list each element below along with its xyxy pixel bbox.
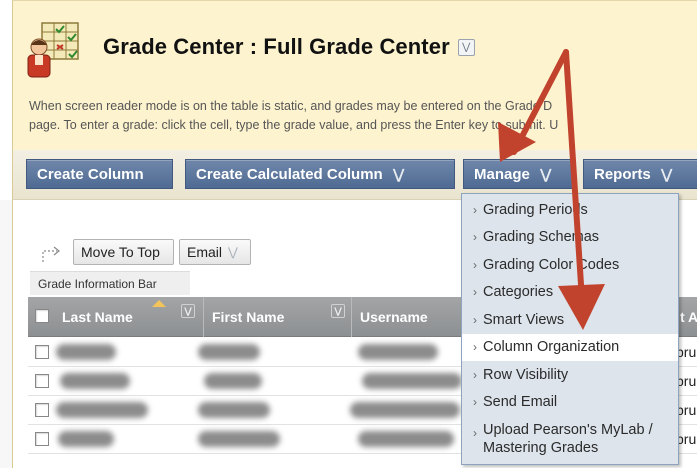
grade-center-icon [27, 22, 79, 78]
redacted-first-name [198, 402, 270, 418]
select-all-checkbox[interactable] [35, 309, 49, 323]
page-header: Grade Center : Full Grade Center ⋁ When … [12, 0, 697, 150]
menu-item-smart-views[interactable]: › Smart Views [462, 306, 678, 334]
title-options-chevron-icon[interactable]: ⋁ [457, 38, 475, 56]
menu-item-send-email[interactable]: › Send Email [462, 389, 678, 417]
description-line-1: When screen reader mode is on the table … [29, 99, 553, 113]
menu-item-label: Send Email [483, 394, 558, 411]
grade-information-bar[interactable]: Grade Information Bar [30, 271, 190, 295]
chevron-right-icon: › [473, 367, 477, 382]
sort-ascending-icon [152, 300, 166, 307]
chevron-right-icon: › [473, 257, 477, 272]
menu-item-grading-color-codes[interactable]: › Grading Color Codes [462, 251, 678, 279]
column-header-label: Last Name [62, 309, 133, 325]
manage-label: Manage [474, 165, 530, 183]
menu-item-label: Grading Schemas [483, 229, 600, 246]
column-menu-chevron-icon[interactable]: ⋁ [181, 304, 195, 318]
menu-item-label: Smart Views [483, 311, 565, 328]
column-header-first-name[interactable]: First Name ⋁ [204, 297, 352, 337]
menu-item-label: Upload Pearson's MyLab / Mastering Grade… [483, 422, 653, 456]
menu-item-label: Grading Periods [483, 201, 588, 218]
column-header-label: t A [680, 309, 697, 325]
column-header-last-name[interactable]: Last Name ⋁ [54, 297, 204, 337]
redacted-username [350, 402, 460, 418]
create-column-label: Create Column [37, 165, 144, 183]
menu-item-label: Categories [483, 284, 554, 301]
redacted-last-name [56, 344, 116, 360]
menu-item-grading-periods[interactable]: › Grading Periods [462, 196, 678, 224]
move-to-top-label: Move To Top [81, 244, 160, 260]
left-strip [0, 200, 12, 468]
row-checkbox[interactable] [35, 432, 49, 446]
manage-button[interactable]: Manage ⋁ [463, 159, 575, 189]
redacted-last-name [58, 431, 114, 447]
email-button[interactable]: Email ⋁ [179, 239, 251, 265]
reports-label: Reports [594, 165, 651, 183]
redacted-first-name [198, 431, 280, 447]
menu-item-grading-schemas[interactable]: › Grading Schemas [462, 224, 678, 252]
menu-item-upload-pearson-grades[interactable]: › Upload Pearson's MyLab / Mastering Gra… [462, 416, 678, 462]
column-menu-chevron-icon[interactable]: ⋁ [331, 304, 345, 318]
redacted-first-name [198, 344, 260, 360]
chevron-right-icon: › [473, 340, 477, 355]
email-label: Email [187, 244, 223, 260]
redacted-last-name [56, 402, 148, 418]
row-checkbox[interactable] [35, 403, 49, 417]
redacted-first-name [204, 373, 262, 389]
chevron-right-icon: › [473, 202, 477, 217]
menu-item-label: Row Visibility [483, 366, 569, 383]
column-header-label: Username [360, 309, 428, 325]
chevron-right-icon: › [473, 395, 477, 410]
row-edge-text: pru [676, 431, 697, 447]
chevron-right-icon: › [473, 426, 477, 440]
title-row: Grade Center : Full Grade Center ⋁ [103, 34, 475, 60]
chevron-down-icon: ⋁ [660, 165, 673, 182]
menu-item-label: Column Organization [483, 339, 620, 356]
chevron-right-icon: › [473, 285, 477, 300]
row-edge-text: pru [676, 344, 697, 360]
chevron-down-icon: ⋁ [539, 165, 552, 182]
description-line-2: page. To enter a grade: click the cell, … [29, 118, 559, 132]
row-checkbox[interactable] [35, 345, 49, 359]
row-edge-text: pru [676, 402, 697, 418]
menu-item-categories[interactable]: › Categories [462, 279, 678, 307]
move-arrow-icon [42, 246, 60, 262]
chevron-right-icon: › [473, 312, 477, 327]
chevron-right-icon: › [473, 230, 477, 245]
page-description: When screen reader mode is on the table … [29, 97, 697, 135]
menu-item-column-organization[interactable]: › Column Organization [462, 333, 678, 361]
move-to-top-button[interactable]: Move To Top [73, 239, 174, 265]
row-checkbox[interactable] [35, 374, 49, 388]
manage-dropdown-menu: › Grading Periods › Grading Schemas › Gr… [461, 193, 679, 465]
redacted-username [358, 431, 454, 447]
chevron-down-icon: ⋁ [228, 245, 238, 259]
menu-item-label: Grading Color Codes [483, 256, 620, 273]
create-column-button[interactable]: Create Column [26, 159, 173, 189]
redacted-last-name [60, 373, 130, 389]
column-header-label: First Name [212, 309, 285, 325]
row-edge-text: pru [676, 373, 697, 389]
create-calculated-column-label: Create Calculated Column [196, 165, 383, 183]
chevron-down-icon: ⋁ [392, 165, 405, 182]
page-title: Grade Center : Full Grade Center [103, 34, 450, 59]
grade-information-bar-label: Grade Information Bar [38, 276, 157, 291]
create-calculated-column-button[interactable]: Create Calculated Column ⋁ [185, 159, 455, 189]
menu-item-row-visibility[interactable]: › Row Visibility [462, 361, 678, 389]
reports-button[interactable]: Reports ⋁ [583, 159, 697, 189]
redacted-username [358, 344, 438, 360]
redacted-username [362, 373, 462, 389]
